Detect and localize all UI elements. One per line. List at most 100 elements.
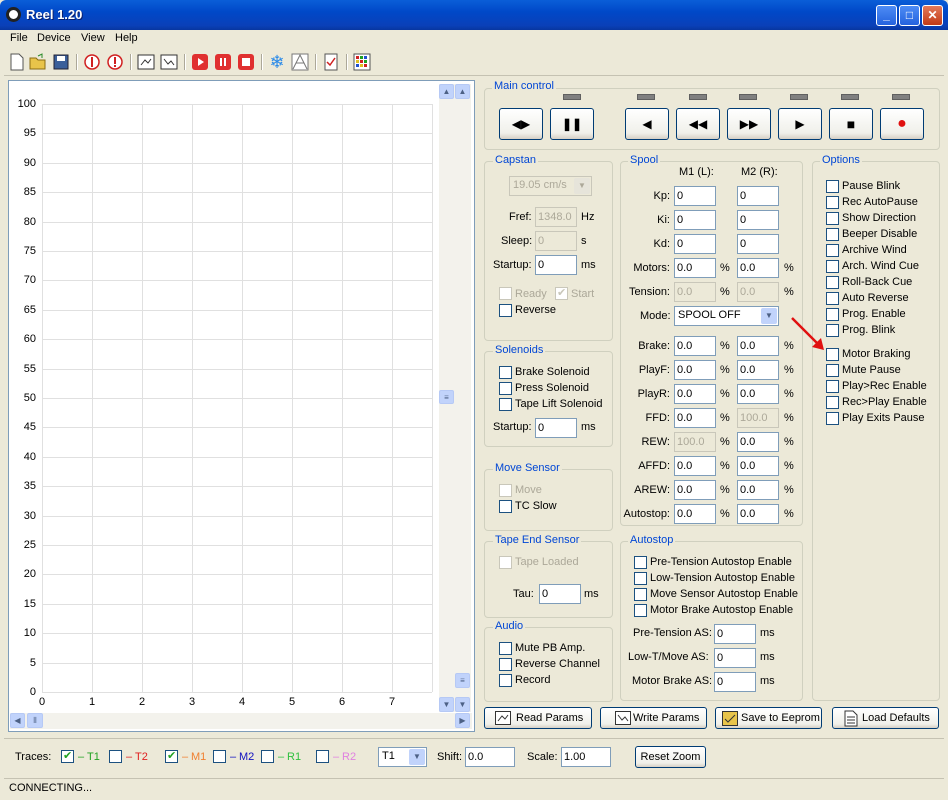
solenoid-startup-input[interactable]: 0 (535, 418, 577, 438)
new-file-icon[interactable] (8, 53, 26, 71)
scroll-up-icon[interactable]: ▲ (439, 84, 454, 99)
play-reverse-button[interactable]: ◀ (625, 108, 669, 140)
scroll-up-icon[interactable]: ▲ (455, 84, 470, 99)
roll-back-cue-checkbox[interactable] (826, 276, 839, 289)
motors-m2-input[interactable]: 0.0 (737, 258, 779, 278)
pause-blink-checkbox[interactable] (826, 180, 839, 193)
playr-m1-input[interactable]: 0.0 (674, 384, 716, 404)
scroll-down-icon[interactable]: ▼ (455, 697, 470, 712)
stop-icon[interactable] (237, 53, 255, 71)
autostop-m1-input[interactable]: 0.0 (674, 504, 716, 524)
kp-m2-input[interactable]: 0 (737, 186, 779, 206)
rew-m2-input[interactable]: 0.0 (737, 432, 779, 452)
tc-slow-checkbox[interactable] (499, 500, 512, 513)
playr-m2-input[interactable]: 0.0 (737, 384, 779, 404)
mute-pause-checkbox[interactable] (826, 364, 839, 377)
write-params-icon[interactable] (160, 53, 178, 71)
save-icon[interactable] (52, 53, 70, 71)
trace-r2-checkbox[interactable] (316, 750, 329, 763)
tape-loaded-checkbox[interactable] (499, 556, 512, 569)
trace-select[interactable]: T1 ▼ (378, 747, 427, 767)
kd-m1-input[interactable]: 0 (674, 234, 716, 254)
graph-vscroll-track-right[interactable] (455, 84, 471, 712)
ffd-m1-input[interactable]: 0.0 (674, 408, 716, 428)
motor-brake-autostop-checkbox[interactable] (634, 604, 647, 617)
move-sensor-autostop-checkbox[interactable] (634, 588, 647, 601)
scroll-down-icon[interactable]: ▼ (439, 697, 454, 712)
scroll-thumb[interactable]: ⦀ (27, 713, 43, 728)
ki-m1-input[interactable]: 0 (674, 210, 716, 230)
pause-icon[interactable] (214, 53, 232, 71)
brake-m1-input[interactable]: 0.0 (674, 336, 716, 356)
start-checkbox[interactable] (555, 286, 568, 300)
ffd-m2-input[interactable]: 100.0 (737, 408, 779, 428)
close-button[interactable]: ✕ (922, 5, 943, 26)
reset-zoom-button[interactable]: Reset Zoom (635, 746, 706, 768)
capstan-speed-select[interactable]: 19.05 cm/s ▼ (509, 176, 592, 196)
playf-m1-input[interactable]: 0.0 (674, 360, 716, 380)
tape-lift-solenoid-checkbox[interactable] (499, 398, 512, 411)
kp-m1-input[interactable]: 0 (674, 186, 716, 206)
sleep-input[interactable]: 0 (535, 231, 577, 251)
load-defaults-button[interactable]: Load Defaults (832, 707, 939, 729)
brake-solenoid-checkbox[interactable] (499, 366, 512, 379)
rec-autopause-checkbox[interactable] (826, 196, 839, 209)
stop-button[interactable]: ■ (829, 108, 873, 140)
arew-m1-input[interactable]: 0.0 (674, 480, 716, 500)
archive-wind-checkbox[interactable] (826, 244, 839, 257)
pause-button[interactable]: ❚❚ (550, 108, 594, 140)
reverse-channel-checkbox[interactable] (499, 658, 512, 671)
menu-view[interactable]: View (81, 32, 105, 44)
affd-m1-input[interactable]: 0.0 (674, 456, 716, 476)
auto-reverse-checkbox[interactable] (826, 292, 839, 305)
menu-help[interactable]: Help (115, 32, 138, 44)
scroll-thumb[interactable]: ≡ (439, 390, 454, 404)
kd-m2-input[interactable]: 0 (737, 234, 779, 254)
reverse-direction-button[interactable]: ◀▶ (499, 108, 543, 140)
scroll-left-icon[interactable]: ◀ (10, 713, 25, 728)
record-checkbox[interactable] (499, 674, 512, 687)
autostop-m2-input[interactable]: 0.0 (737, 504, 779, 524)
scroll-thumb[interactable]: ≡ (455, 673, 470, 688)
scroll-right-icon[interactable]: ▶ (455, 713, 470, 728)
graph-hscroll-track[interactable] (10, 713, 472, 729)
affd-m2-input[interactable]: 0.0 (737, 456, 779, 476)
reverse-checkbox[interactable] (499, 304, 512, 317)
arew-m2-input[interactable]: 0.0 (737, 480, 779, 500)
pre-tension-as-input[interactable]: 0 (714, 624, 756, 644)
save-to-eeprom-button[interactable]: Save to Eeprom (715, 707, 822, 729)
record-button[interactable]: ● (880, 108, 924, 140)
read-params-icon[interactable] (137, 53, 155, 71)
brake-m2-input[interactable]: 0.0 (737, 336, 779, 356)
beeper-disable-checkbox[interactable] (826, 228, 839, 241)
arch-wind-cue-checkbox[interactable] (826, 260, 839, 273)
low-tension-autostop-checkbox[interactable] (634, 572, 647, 585)
move-checkbox[interactable] (499, 484, 512, 497)
fref-input[interactable]: 1348.0 (535, 207, 577, 227)
show-direction-checkbox[interactable] (826, 212, 839, 225)
motors-m1-input[interactable]: 0.0 (674, 258, 716, 278)
title-bar[interactable]: Reel 1.20 _ □ ✕ (0, 0, 948, 30)
play-icon[interactable] (191, 53, 209, 71)
snowflake-icon[interactable]: ❄ (268, 53, 286, 71)
menu-device[interactable]: Device (37, 32, 71, 44)
trace-t2-checkbox[interactable] (109, 750, 122, 763)
maximize-button[interactable]: □ (899, 5, 920, 26)
press-solenoid-checkbox[interactable] (499, 382, 512, 395)
play-forward-button[interactable]: ▶ (778, 108, 822, 140)
trace-m1-checkbox[interactable] (165, 749, 178, 763)
trace-m2-checkbox[interactable] (213, 750, 226, 763)
playf-m2-input[interactable]: 0.0 (737, 360, 779, 380)
write-params-button[interactable]: Write Params (600, 707, 707, 729)
scale-input[interactable]: 1.00 (561, 747, 611, 767)
tau-input[interactable]: 0 (539, 584, 581, 604)
mode-select[interactable]: SPOOL OFF ▼ (674, 306, 779, 326)
disconnect-icon[interactable] (106, 53, 124, 71)
chart-icon[interactable] (291, 53, 309, 71)
play-exits-pause-checkbox[interactable] (826, 412, 839, 425)
checklist-icon[interactable] (322, 53, 340, 71)
fast-forward-button[interactable]: ▶▶ (727, 108, 771, 140)
rewind-button[interactable]: ◀◀ (676, 108, 720, 140)
ki-m2-input[interactable]: 0 (737, 210, 779, 230)
grid-icon[interactable] (353, 53, 371, 71)
